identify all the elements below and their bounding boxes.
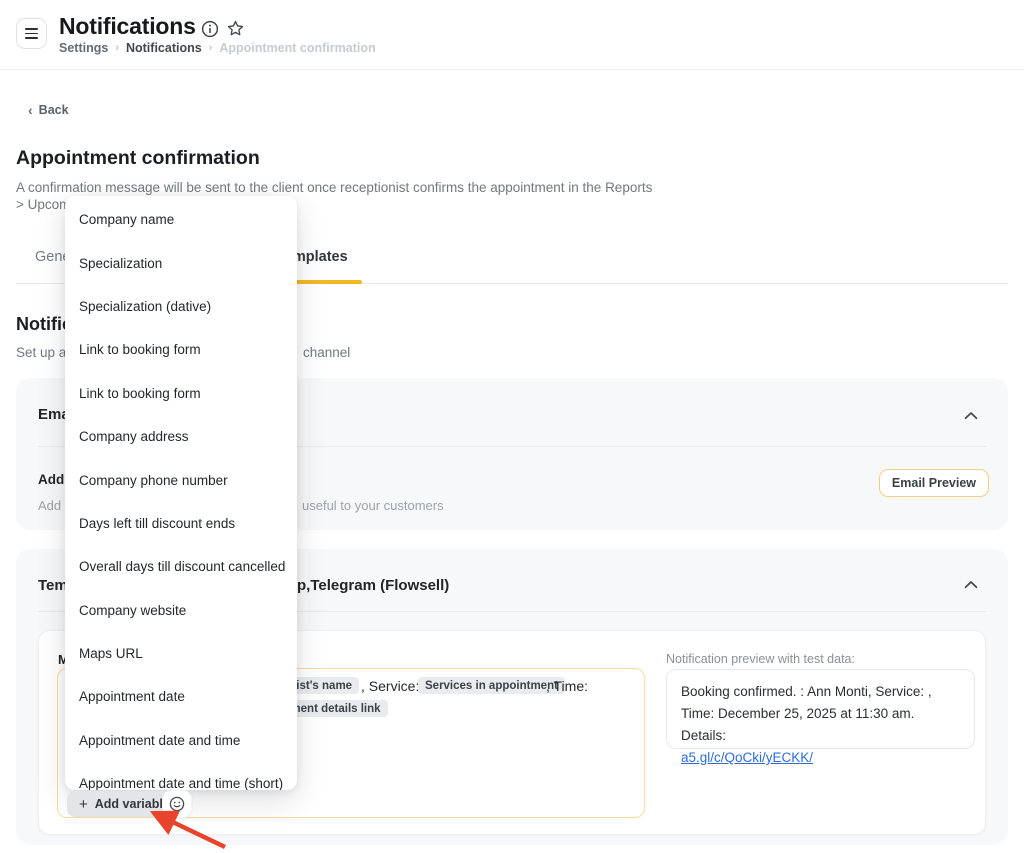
breadcrumb-separator-icon: › xyxy=(209,42,213,54)
notification-preview-box: Booking confirmed. : Ann Monti, Service:… xyxy=(666,669,975,749)
collapse-email-card-icon[interactable] xyxy=(964,411,978,420)
add-variable-label: Add variable xyxy=(95,797,170,811)
email-preview-button[interactable]: Email Preview xyxy=(879,469,989,497)
dropdown-item[interactable]: Company phone number xyxy=(65,458,297,501)
dropdown-item[interactable]: Days left till discount ends xyxy=(65,502,297,545)
editor-text-time: , Time: xyxy=(546,678,588,694)
dropdown-item[interactable]: Appointment date and time xyxy=(65,719,297,762)
notifications-section-subtitle-right: channel xyxy=(303,345,350,360)
breadcrumb-current: Appointment confirmation xyxy=(219,41,375,55)
email-hint-fragment-left: Add xyxy=(38,498,61,513)
breadcrumb-settings[interactable]: Settings xyxy=(59,41,108,55)
collapse-template-card-icon[interactable] xyxy=(964,580,978,589)
dropdown-item[interactable]: Link to booking form xyxy=(65,372,297,415)
dropdown-item[interactable]: Appointment date and time (short) xyxy=(65,762,297,790)
email-hint-fragment-right: useful to your customers xyxy=(302,498,444,513)
notifications-section-subtitle-left: Set up a xyxy=(16,345,66,360)
breadcrumb-notifications[interactable]: Notifications xyxy=(126,41,202,55)
preview-details-link[interactable]: a5.gl/c/QoCki/yECKK/ xyxy=(681,750,813,765)
dropdown-item[interactable]: Maps URL xyxy=(65,632,297,675)
back-label: Back xyxy=(39,103,69,117)
dropdown-item[interactable]: Link to booking form xyxy=(65,328,297,371)
dropdown-item[interactable]: Overall days till discount cancelled xyxy=(65,545,297,588)
app-header: Notifications Settings › Notifications ›… xyxy=(0,0,1024,70)
dropdown-item[interactable]: Specialization (dative) xyxy=(65,285,297,328)
template-card-title-left: Tem xyxy=(38,577,68,594)
chevron-left-icon: ‹ xyxy=(28,103,33,117)
info-icon[interactable] xyxy=(201,20,219,38)
editor-text-service: , Service: xyxy=(361,678,419,694)
variables-dropdown-menu: Company nameSpecializationSpecialization… xyxy=(65,196,297,790)
preview-text-line2: Time: December 25, 2025 at 11:30 am. Det… xyxy=(681,706,914,743)
breadcrumb: Settings › Notifications › Appointment c… xyxy=(59,41,376,55)
emoji-picker-button[interactable] xyxy=(162,790,192,818)
hamburger-menu-button[interactable] xyxy=(16,18,47,49)
back-button[interactable]: ‹ Back xyxy=(28,103,69,117)
dropdown-item[interactable]: Company website xyxy=(65,589,297,632)
template-card-title-right: p,Telegram (Flowsell) xyxy=(297,577,449,594)
variable-token-services[interactable]: Services in appointment xyxy=(418,677,565,694)
breadcrumb-separator-icon: › xyxy=(115,42,119,54)
dropdown-item[interactable]: Company address xyxy=(65,415,297,458)
preview-text-line1: Booking confirmed. : Ann Monti, Service:… xyxy=(681,684,932,699)
email-additional-info-label: Add xyxy=(38,472,64,487)
dropdown-item[interactable]: Appointment date xyxy=(65,675,297,718)
favorite-star-icon[interactable] xyxy=(226,19,245,38)
dropdown-item[interactable]: Company name xyxy=(65,198,297,241)
notification-preview-label: Notification preview with test data: xyxy=(666,652,855,666)
plus-icon: + xyxy=(79,797,88,812)
dropdown-item[interactable]: Specialization xyxy=(65,241,297,284)
section-page-title: Appointment confirmation xyxy=(16,147,260,170)
page-description-line1: A confirmation message will be sent to t… xyxy=(16,180,652,195)
page-title: Notifications xyxy=(59,13,196,40)
notifications-settings-page: Notifications Settings › Notifications ›… xyxy=(0,0,1024,853)
smiley-icon xyxy=(169,796,185,812)
